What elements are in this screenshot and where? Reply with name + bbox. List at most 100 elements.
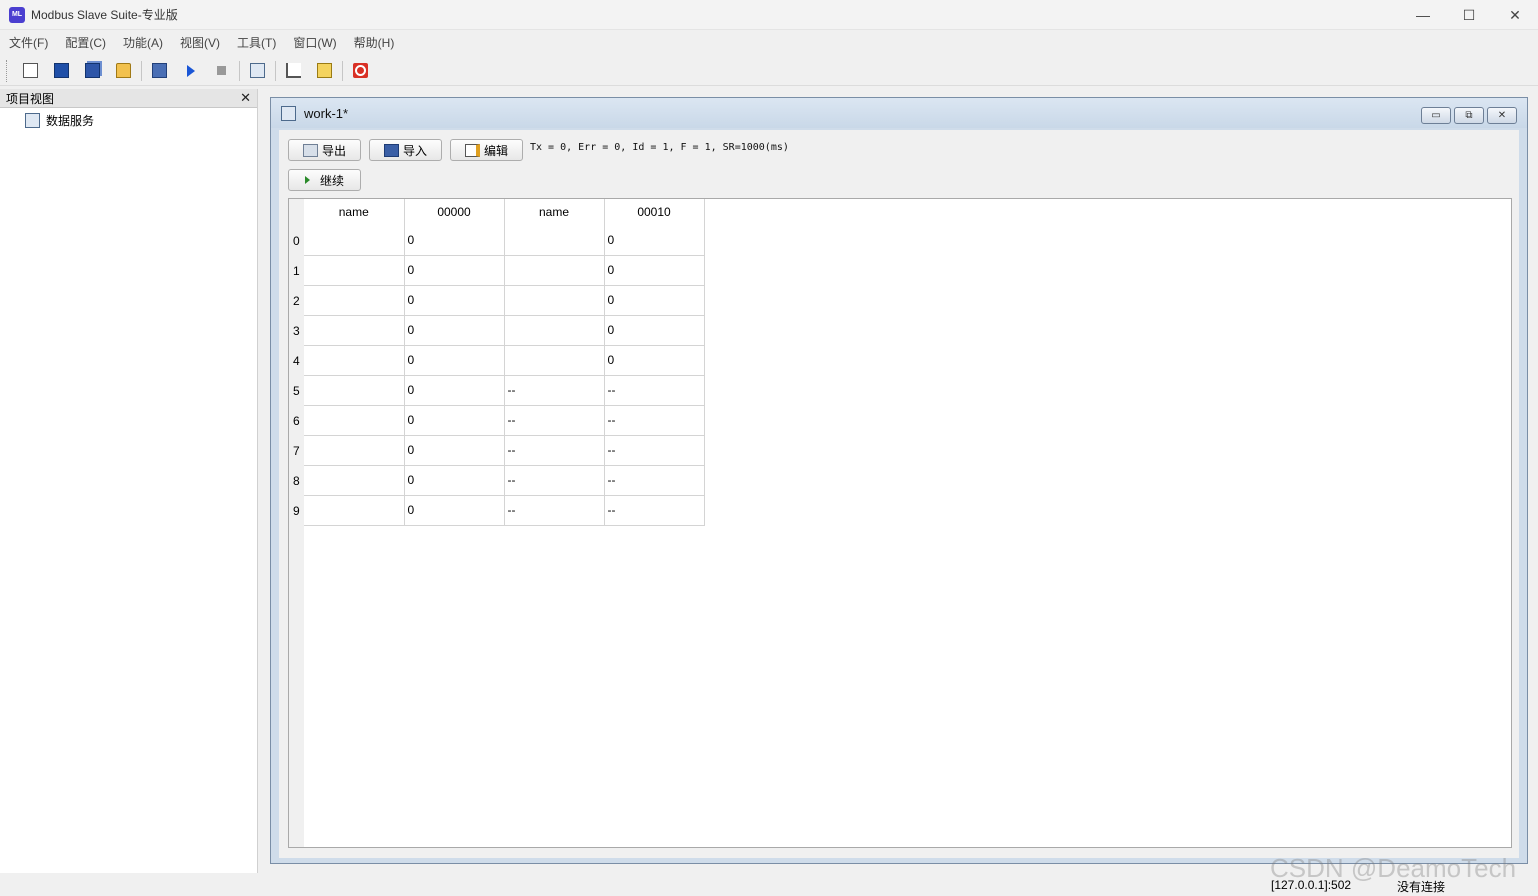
tree-item-label: 数据服务 bbox=[46, 113, 95, 128]
export-button[interactable]: 导出 bbox=[288, 139, 361, 161]
child-restore-button[interactable]: ⧉ bbox=[1454, 107, 1484, 124]
table-cell[interactable]: -- bbox=[504, 465, 605, 496]
column-header-address[interactable]: 00010 bbox=[604, 199, 705, 225]
menu-view[interactable]: 视图(V) bbox=[171, 34, 228, 51]
export-label: 导出 bbox=[321, 143, 346, 158]
toolbar-grip[interactable] bbox=[6, 59, 9, 82]
table-cell[interactable]: 0 bbox=[604, 345, 705, 376]
work-window-controls: ▭ ⧉ ✕ bbox=[1421, 107, 1517, 124]
continue-button[interactable]: 继续 bbox=[288, 169, 361, 191]
table-cell[interactable]: -- bbox=[604, 405, 705, 436]
minimize-button[interactable]: — bbox=[1400, 0, 1446, 30]
work-window-titlebar[interactable]: work-1* ▭ ⧉ ✕ bbox=[271, 98, 1527, 128]
app-logo-icon: ML bbox=[9, 6, 25, 23]
open-button[interactable] bbox=[108, 58, 139, 84]
table-cell[interactable] bbox=[304, 405, 405, 436]
import-icon bbox=[383, 143, 399, 157]
run-icon bbox=[186, 64, 195, 77]
table-cell[interactable] bbox=[504, 315, 605, 346]
table-cell[interactable]: 0 bbox=[404, 405, 505, 436]
window-controls: — ☐ ✕ bbox=[1400, 0, 1538, 30]
table-cell[interactable]: -- bbox=[504, 375, 605, 406]
table-cell[interactable]: -- bbox=[604, 465, 705, 496]
connect-button[interactable] bbox=[144, 58, 175, 84]
column-header-name[interactable]: name bbox=[304, 199, 405, 225]
row-number: 0 bbox=[293, 234, 300, 248]
maximize-button[interactable]: ☐ bbox=[1446, 0, 1492, 30]
menu-window[interactable]: 窗口(W) bbox=[284, 34, 344, 51]
run-button[interactable] bbox=[175, 58, 206, 84]
register-table: name 00000 name 00010 0 0 0 0 0 0 0 0 0 … bbox=[304, 199, 705, 526]
table-cell[interactable]: 0 bbox=[404, 225, 505, 256]
table-cell[interactable]: -- bbox=[604, 435, 705, 466]
row-number: 1 bbox=[293, 264, 300, 278]
chart-button[interactable] bbox=[278, 58, 309, 84]
table-cell[interactable] bbox=[304, 315, 405, 346]
save-all-button[interactable] bbox=[77, 58, 108, 84]
table-cell[interactable]: 0 bbox=[404, 435, 505, 466]
register-view-button[interactable] bbox=[242, 58, 273, 84]
table-row: 0 -- -- bbox=[304, 405, 705, 436]
import-button[interactable]: 导入 bbox=[369, 139, 442, 161]
table-cell[interactable] bbox=[504, 255, 605, 286]
chart-icon bbox=[286, 63, 301, 78]
child-minimize-button[interactable]: ▭ bbox=[1421, 107, 1451, 124]
row-number: 4 bbox=[293, 354, 300, 368]
import-label: 导入 bbox=[402, 143, 427, 158]
register-view-icon bbox=[281, 105, 296, 121]
table-cell[interactable] bbox=[304, 465, 405, 496]
menu-tools[interactable]: 工具(T) bbox=[228, 34, 284, 51]
table-cell[interactable]: 0 bbox=[604, 255, 705, 286]
exit-button[interactable] bbox=[345, 58, 376, 84]
table-cell[interactable] bbox=[304, 435, 405, 466]
table-cell[interactable]: 0 bbox=[604, 225, 705, 256]
save-button[interactable] bbox=[46, 58, 77, 84]
menu-help[interactable]: 帮助(H) bbox=[345, 34, 403, 51]
work-window: work-1* ▭ ⧉ ✕ 导出 导入 编辑 Tx = 0, Err = 0, … bbox=[270, 97, 1528, 864]
row-number: 9 bbox=[293, 504, 300, 518]
stop-button[interactable] bbox=[206, 58, 237, 84]
table-cell[interactable]: 0 bbox=[404, 375, 505, 406]
column-header-address[interactable]: 00000 bbox=[404, 199, 505, 225]
table-cell[interactable]: -- bbox=[604, 375, 705, 406]
table-cell[interactable]: -- bbox=[604, 495, 705, 526]
table-cell[interactable]: 0 bbox=[404, 465, 505, 496]
header-row: name 00000 name 00010 bbox=[304, 199, 705, 225]
table-cell[interactable]: 0 bbox=[404, 255, 505, 286]
new-button[interactable] bbox=[15, 58, 46, 84]
table-cell[interactable] bbox=[304, 255, 405, 286]
register-grid: 0 1 2 3 4 5 6 7 8 9 name 00000 name 0001… bbox=[288, 198, 1512, 848]
menu-function[interactable]: 功能(A) bbox=[114, 34, 171, 51]
table-cell[interactable] bbox=[304, 375, 405, 406]
tree-item-data-service[interactable]: 数据服务 bbox=[25, 111, 257, 129]
child-close-button[interactable]: ✕ bbox=[1487, 107, 1517, 124]
table-cell[interactable]: 0 bbox=[404, 345, 505, 376]
table-cell[interactable]: 0 bbox=[404, 495, 505, 526]
table-cell[interactable] bbox=[304, 225, 405, 256]
table-cell[interactable] bbox=[304, 285, 405, 316]
table-cell[interactable]: -- bbox=[504, 495, 605, 526]
row-number: 3 bbox=[293, 324, 300, 338]
table-cell[interactable]: -- bbox=[504, 405, 605, 436]
new-icon bbox=[23, 63, 38, 78]
log-button[interactable] bbox=[309, 58, 340, 84]
table-cell[interactable]: 0 bbox=[404, 285, 505, 316]
table-cell[interactable]: 0 bbox=[604, 315, 705, 346]
panel-close-icon[interactable]: ✕ bbox=[240, 90, 251, 106]
table-cell[interactable]: 0 bbox=[404, 315, 505, 346]
project-view-header: 项目视图 ✕ bbox=[0, 89, 257, 108]
column-header-name[interactable]: name bbox=[504, 199, 605, 225]
exit-icon bbox=[353, 63, 368, 78]
table-cell[interactable] bbox=[504, 345, 605, 376]
table-cell[interactable] bbox=[504, 225, 605, 256]
edit-button[interactable]: 编辑 bbox=[450, 139, 523, 161]
table-cell[interactable]: -- bbox=[504, 435, 605, 466]
row-number: 6 bbox=[293, 414, 300, 428]
table-cell[interactable] bbox=[304, 495, 405, 526]
table-cell[interactable] bbox=[304, 345, 405, 376]
table-cell[interactable]: 0 bbox=[604, 285, 705, 316]
close-button[interactable]: ✕ bbox=[1492, 0, 1538, 30]
menu-file[interactable]: 文件(F) bbox=[0, 34, 56, 51]
table-cell[interactable] bbox=[504, 285, 605, 316]
menu-config[interactable]: 配置(C) bbox=[56, 34, 114, 51]
